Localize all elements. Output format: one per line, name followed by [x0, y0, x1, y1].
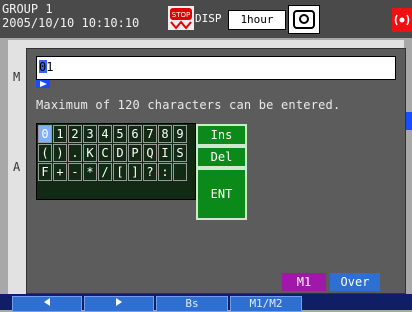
group-label: GROUP 1	[2, 2, 53, 16]
side-label-m: M	[13, 70, 21, 84]
key-7[interactable]: 7	[143, 125, 157, 143]
key-6[interactable]: 6	[128, 125, 142, 143]
key-I[interactable]: I	[158, 144, 172, 162]
input-value: 01	[39, 60, 54, 74]
key-4[interactable]: 4	[98, 125, 112, 143]
m1-tag: M1	[282, 273, 326, 291]
scroll-indicator	[405, 112, 412, 130]
key-S[interactable]: S	[173, 144, 187, 162]
key-2[interactable]: 2	[68, 125, 82, 143]
display-label: DISP	[195, 12, 222, 25]
key-[[interactable]: [	[113, 163, 127, 181]
key-/[interactable]: /	[98, 163, 112, 181]
message-input-field[interactable]: 01	[36, 56, 396, 80]
date-time: 2005/10/10 10:10:10	[2, 16, 140, 30]
alarm-icon	[392, 8, 412, 32]
key-([interactable]: (	[38, 144, 52, 162]
key-.[interactable]: .	[68, 144, 82, 162]
delete-button[interactable]: Del	[196, 146, 247, 168]
key-C[interactable]: C	[98, 144, 112, 162]
key--[interactable]: -	[68, 163, 82, 181]
key-][interactable]: ]	[128, 163, 142, 181]
insert-button[interactable]: Ins	[196, 124, 247, 146]
key-F[interactable]: F	[38, 163, 52, 181]
key-blank[interactable]	[173, 163, 187, 181]
key-0[interactable]: 0	[38, 125, 52, 143]
key-Q[interactable]: Q	[143, 144, 157, 162]
side-label-a: A	[13, 160, 21, 174]
cursor-position-icon	[36, 80, 50, 88]
key-3[interactable]: 3	[83, 125, 97, 143]
screen: GROUP 1 2005/10/10 10:10:10 STOP DISP 1h…	[0, 0, 412, 312]
key-8[interactable]: 8	[158, 125, 172, 143]
key-9[interactable]: 9	[173, 125, 187, 143]
header-bar: GROUP 1 2005/10/10 10:10:10 STOP DISP 1h…	[0, 0, 412, 38]
time-div-box: 1hour	[228, 10, 286, 30]
key-+[interactable]: +	[53, 163, 67, 181]
key-5[interactable]: 5	[113, 125, 127, 143]
key-)[interactable]: )	[53, 144, 67, 162]
over-tag: Over	[330, 273, 380, 291]
key-P[interactable]: P	[128, 144, 142, 162]
max-characters-message: Maximum of 120 characters can be entered…	[36, 98, 341, 112]
svg-text:STOP: STOP	[172, 11, 190, 19]
key-?[interactable]: ?	[143, 163, 157, 181]
stop-icon: STOP	[168, 6, 194, 30]
left-arrow-icon	[44, 298, 50, 306]
key-K[interactable]: K	[83, 144, 97, 162]
key-1[interactable]: 1	[53, 125, 67, 143]
key-:[interactable]: :	[158, 163, 172, 181]
key-*[interactable]: *	[83, 163, 97, 181]
key-D[interactable]: D	[113, 144, 127, 162]
record-icon	[288, 5, 320, 34]
right-arrow-icon	[116, 298, 122, 306]
enter-button[interactable]: ENT	[196, 168, 247, 220]
